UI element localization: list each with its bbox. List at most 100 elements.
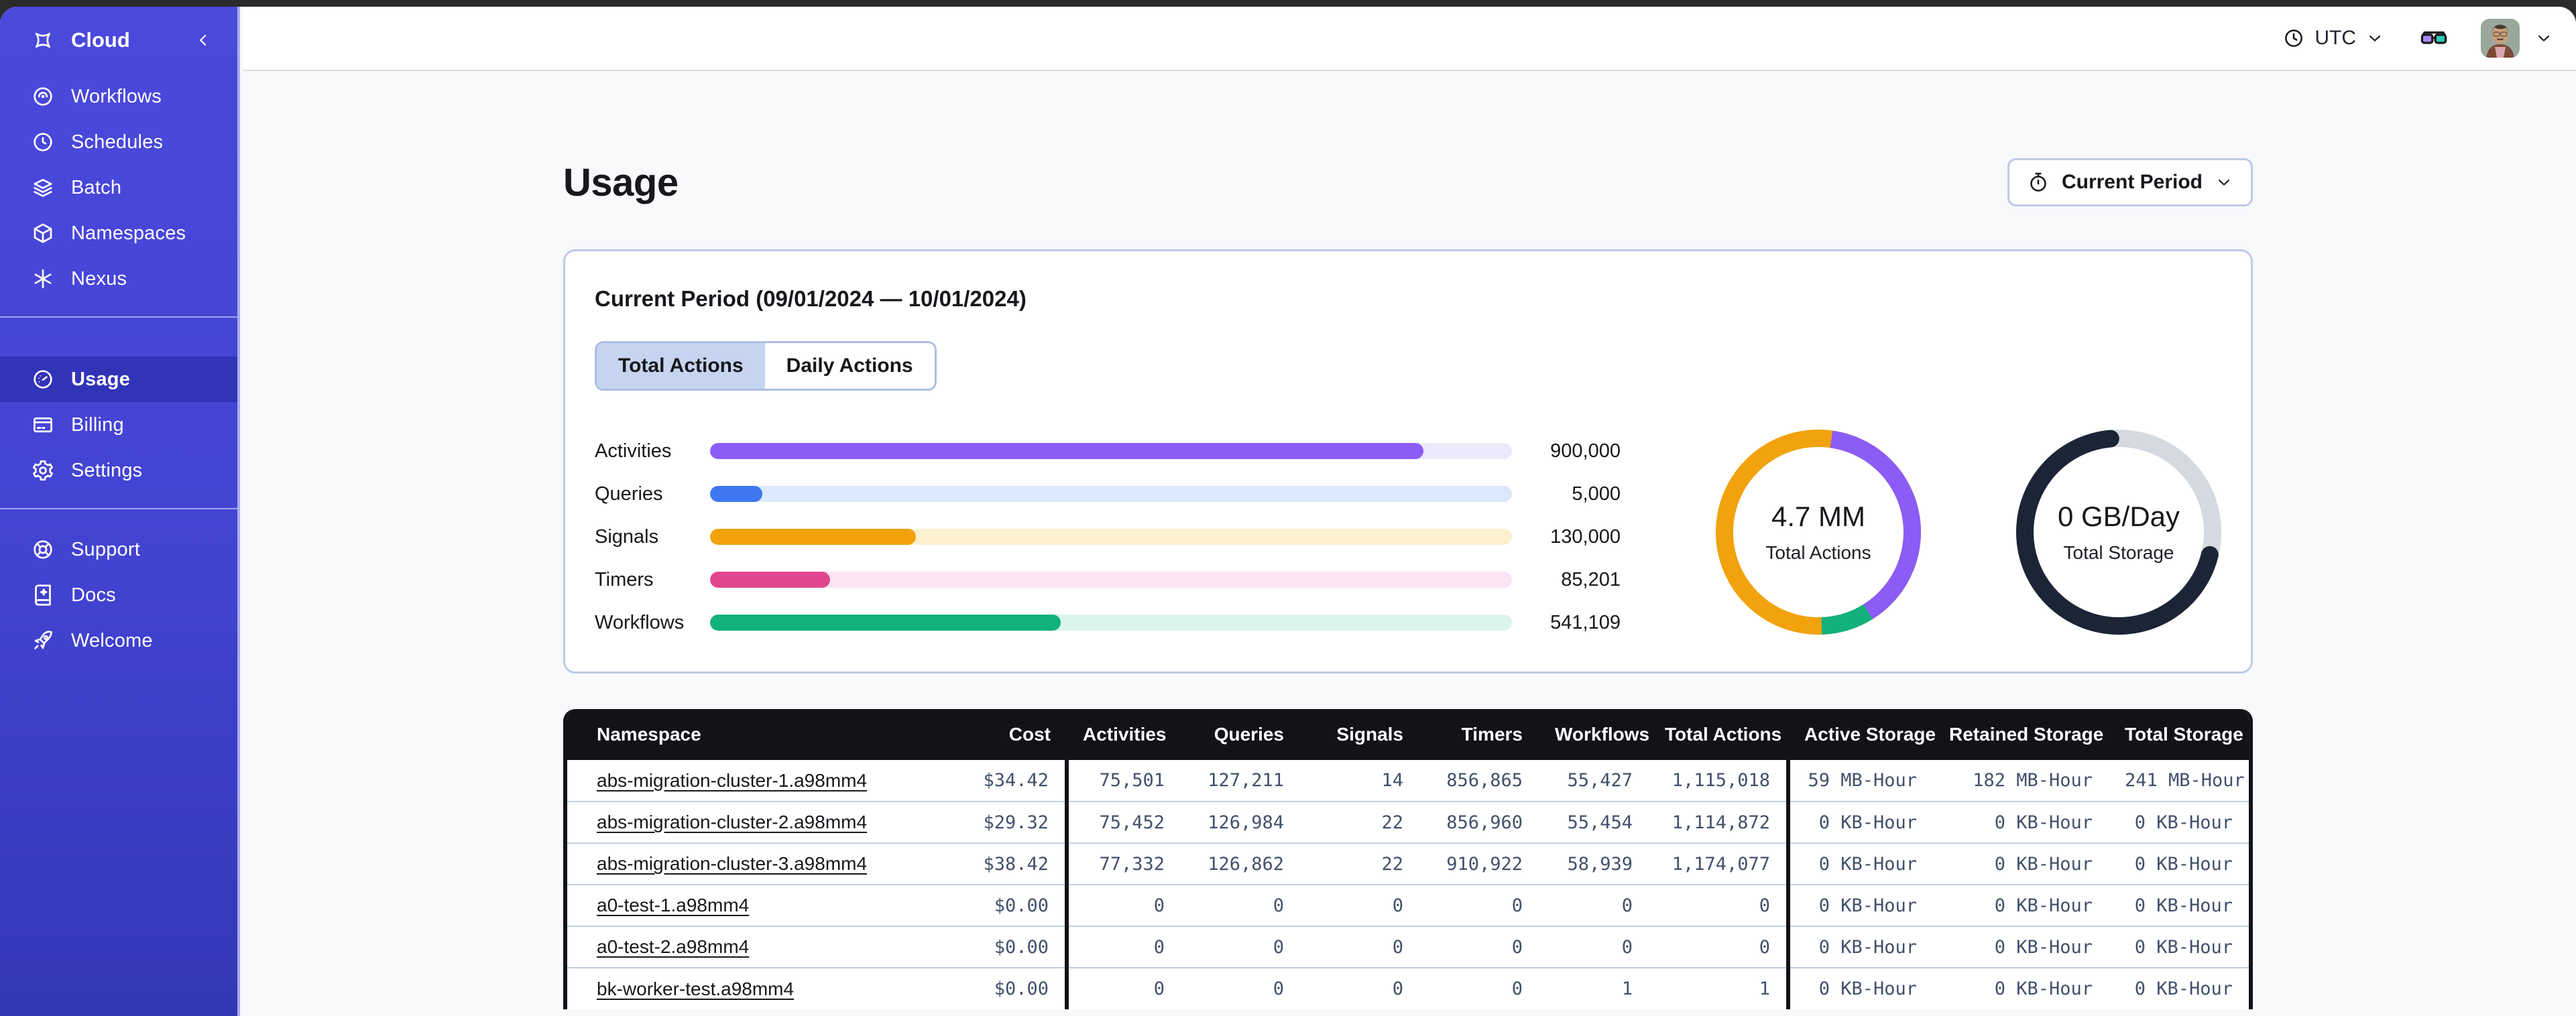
tab-total-actions[interactable]: Total Actions (597, 343, 765, 389)
value-cell: 0 KB-Hour (1933, 842, 2109, 885)
value-cell: 910,922 (1419, 842, 1539, 885)
docs-icon (31, 583, 55, 607)
value-cell: 0 KB-Hour (1933, 926, 2109, 968)
value-cell: 75,452 (1065, 801, 1181, 843)
column-header-activities: Activities (1067, 709, 1181, 760)
topbar: UTC (243, 7, 2576, 71)
value-cell: 0 (1300, 926, 1419, 968)
table-row: abs-migration-cluster-3.a98mm4 $38.42 77,3… (567, 842, 2249, 885)
usage-bar-row: Workflows 541,109 (595, 601, 1621, 644)
column-header-cost: Cost (943, 709, 1067, 760)
value-cell: 0 (1300, 967, 1419, 1009)
sidebar-item-workflows[interactable]: Workflows (0, 74, 237, 119)
value-cell: $0.00 (943, 884, 1067, 926)
value-cell: 0 (1300, 884, 1419, 926)
value-cell: 0 KB-Hour (1933, 884, 2109, 926)
chevron-down-icon (2215, 173, 2233, 192)
column-header-namespace: Namespace (567, 709, 943, 760)
sidebar-item-billing[interactable]: Billing (0, 402, 237, 448)
namespace-link[interactable]: abs-migration-cluster-2.a98mm4 (597, 812, 867, 832)
value-cell: 55,427 (1567, 770, 1633, 791)
value-cell: 0 (1065, 926, 1181, 968)
workflows-icon (31, 84, 55, 109)
chevron-down-icon (2365, 29, 2384, 48)
sidebar-item-label: Nexus (71, 267, 127, 290)
settings-icon (31, 458, 55, 483)
value-cell: $0.00 (943, 967, 1067, 1009)
bar-label: Queries (595, 483, 663, 505)
bar-label: Signals (595, 525, 659, 548)
bar-value: 130,000 (1550, 525, 1621, 548)
sidebar-item-settings[interactable]: Settings (0, 448, 237, 493)
total-storage-value: 0 GB/Day (2057, 501, 2180, 532)
value-cell: 0 KB-Hour (2109, 967, 2249, 1009)
app-window: Cloud Workflows Schedules Batch Namespaces N… (0, 7, 2576, 1016)
column-header-timers: Timers (1419, 709, 1539, 760)
bar-track (710, 615, 1512, 631)
value-cell: 1,174,077 (1649, 842, 1788, 885)
sidebar-item-welcome[interactable]: Welcome (0, 618, 237, 663)
table-row: abs-migration-cluster-2.a98mm4 $29.32 75,4… (567, 801, 2249, 843)
value-cell: 0 KB-Hour (2109, 842, 2249, 885)
value-cell: 22 (1300, 801, 1419, 843)
value-cell: 0 (1539, 884, 1649, 926)
timezone-selector[interactable]: UTC (2282, 27, 2384, 50)
actions-tabs: Total Actions Daily Actions (595, 341, 937, 391)
sidebar-item-nexus[interactable]: Nexus (0, 256, 237, 302)
sidebar-item-label: Billing (71, 414, 124, 436)
billing-icon (31, 413, 55, 437)
period-selector-button[interactable]: Current Period (2007, 158, 2253, 206)
value-cell: 0 KB-Hour (1786, 967, 1933, 1009)
value-cell: 0 KB-Hour (1786, 926, 1933, 968)
usage-bar-row: Timers 85,201 (595, 558, 1621, 601)
value-cell: 0 (1065, 884, 1181, 926)
value-cell: 182 MB-Hour (1973, 770, 2093, 791)
usage-bar-row: Queries 5,000 (595, 472, 1621, 515)
value-cell: 1,114,872 (1649, 801, 1788, 843)
page-title: Usage (563, 160, 679, 204)
tab-daily-actions[interactable]: Daily Actions (764, 343, 935, 389)
sidebar: Cloud Workflows Schedules Batch Namespaces N… (0, 7, 240, 1016)
card-title: Current Period (09/01/2024 — 10/01/2024) (595, 286, 1027, 311)
namespace-usage-table: Namespace Cost Activities Queries Signals Tim… (563, 709, 2253, 1009)
brand-label: Cloud (71, 28, 130, 52)
avatar[interactable] (2481, 19, 2520, 58)
namespace-link[interactable]: a0-test-1.a98mm4 (597, 895, 749, 915)
bar-fill (710, 486, 762, 502)
sidebar-item-usage[interactable]: Usage (0, 357, 237, 402)
value-cell: 1 (1539, 967, 1649, 1009)
bar-fill (710, 615, 1061, 631)
table-row: a0-test-2.a98mm4 $0.00 0 0 0 0 0 0 0 KB-Hour 0 KB… (567, 926, 2249, 968)
sidebar-item-schedules[interactable]: Schedules (0, 119, 237, 165)
namespace-cell: abs-migration-cluster-1.a98mm4 (567, 760, 943, 802)
welcome-icon (31, 629, 55, 653)
bar-fill (710, 572, 831, 588)
value-cell: 0 (1181, 884, 1300, 926)
feedback-glasses-icon[interactable] (2419, 23, 2449, 53)
namespace-link[interactable]: abs-migration-cluster-1.a98mm4 (597, 770, 867, 791)
sidebar-item-label: Batch (71, 176, 122, 198)
namespace-cell: abs-migration-cluster-2.a98mm4 (567, 801, 943, 843)
clock-icon (2282, 27, 2305, 50)
user-menu[interactable] (2481, 19, 2553, 58)
sidebar-primary-section: Workflows Schedules Batch Namespaces Nexus (0, 74, 237, 302)
namespace-link[interactable]: bk-worker-test.a98mm4 (597, 978, 794, 999)
column-header-active-storage: Active Storage (1788, 709, 1936, 760)
value-cell: $38.42 (943, 842, 1067, 885)
namespace-link[interactable]: abs-migration-cluster-3.a98mm4 (597, 853, 867, 874)
value-cell: $0.00 (943, 926, 1067, 968)
usage-bar-row: Activities 900,000 (595, 430, 1621, 472)
value-cell: 241 MB-Hour (2125, 770, 2245, 791)
sidebar-item-batch[interactable]: Batch (0, 165, 237, 210)
value-cell: 1 (1649, 967, 1788, 1009)
value-cell: 75,501 (1065, 760, 1181, 802)
value-cell: 58,939 (1539, 842, 1649, 885)
sidebar-item-docs[interactable]: Docs (0, 572, 237, 618)
value-cell: 126,984 (1181, 801, 1300, 843)
namespace-link[interactable]: a0-test-2.a98mm4 (597, 936, 749, 957)
bar-value: 85,201 (1561, 568, 1621, 590)
sidebar-item-support[interactable]: Support (0, 527, 237, 572)
column-header-total-actions: Total Actions (1649, 709, 1788, 760)
sidebar-collapse-icon[interactable] (193, 30, 213, 50)
sidebar-item-namespaces[interactable]: Namespaces (0, 210, 237, 256)
